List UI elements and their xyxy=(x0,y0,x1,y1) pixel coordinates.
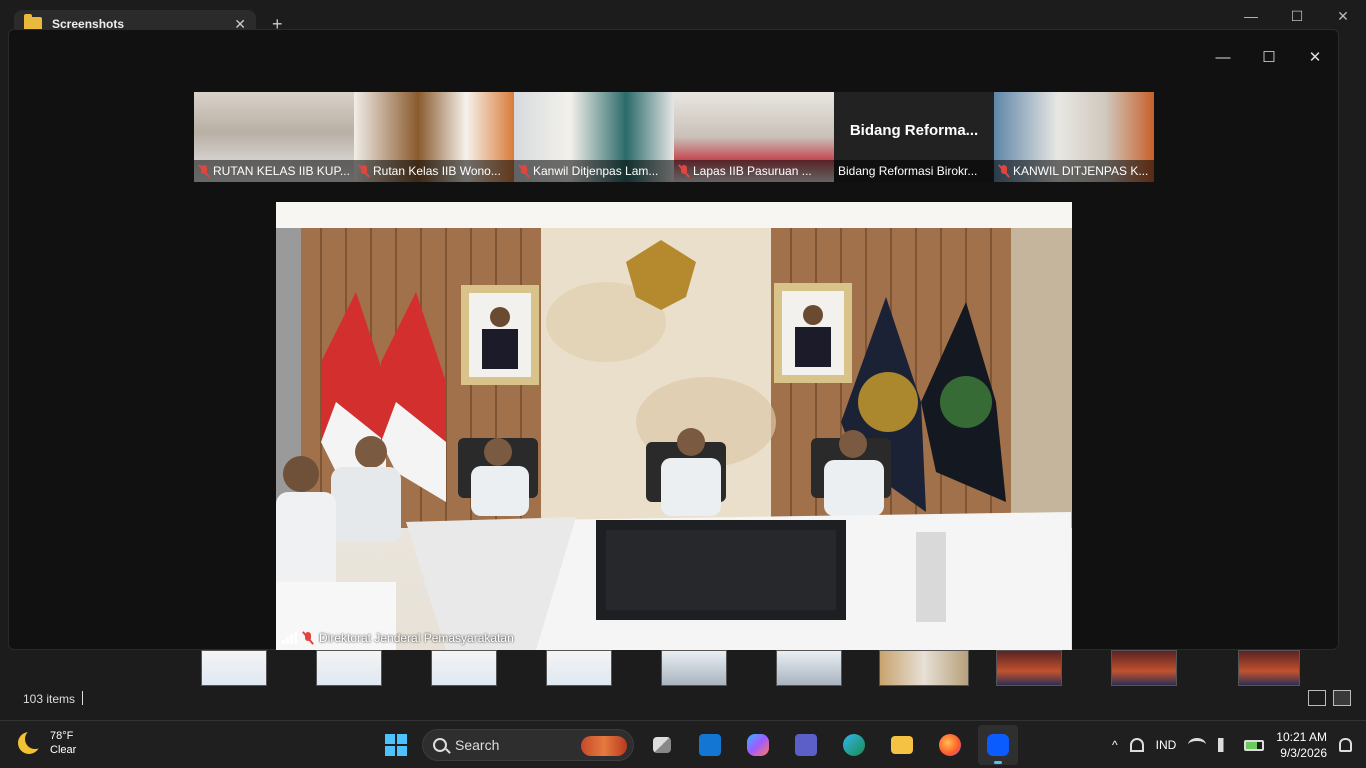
taskbar-app-file-explorer[interactable] xyxy=(882,725,922,765)
taskbar-app-firefox[interactable] xyxy=(930,725,970,765)
teams-icon xyxy=(795,734,817,756)
explorer-window-controls: — ☐ ✕ xyxy=(1228,0,1366,32)
copilot-icon xyxy=(747,734,769,756)
pen-input-icon[interactable] xyxy=(1129,738,1144,752)
explorer-close-button[interactable]: ✕ xyxy=(1320,0,1366,32)
clock-time: 10:21 AM xyxy=(1276,730,1327,744)
mic-muted-icon xyxy=(198,164,210,178)
mic-muted-icon xyxy=(518,164,530,178)
file-explorer-icon xyxy=(891,736,913,754)
search-highlight-icon xyxy=(581,736,627,756)
participant-name: Rutan Kelas IIB Wono... xyxy=(373,164,501,178)
taskbar-app-copilot[interactable] xyxy=(738,725,778,765)
mic-muted-icon xyxy=(358,164,370,178)
clock-date: 9/3/2026 xyxy=(1280,746,1327,760)
firefox-icon xyxy=(939,734,961,756)
status-divider xyxy=(82,691,83,705)
meeting-room-scene xyxy=(276,202,1072,650)
weather-condition: Clear xyxy=(50,744,77,756)
task-view-icon xyxy=(653,737,671,753)
file-thumbnail[interactable] xyxy=(316,650,382,686)
file-thumbnail[interactable] xyxy=(1111,650,1177,686)
explorer-minimize-button[interactable]: — xyxy=(1228,0,1274,32)
zoom-minimize-button[interactable]: — xyxy=(1200,42,1246,72)
language-indicator[interactable]: IND xyxy=(1156,738,1177,752)
participant-name: Kanwil Ditjenpas Lam... xyxy=(533,164,659,178)
file-thumbnail[interactable] xyxy=(201,650,267,686)
speaker-name-bar: Direktorat Jenderal Pemasyarakatan xyxy=(276,626,520,650)
taskbar-app-teams[interactable] xyxy=(786,725,826,765)
wifi-icon[interactable] xyxy=(1188,738,1207,752)
active-speaker-name: Direktorat Jenderal Pemasyarakatan xyxy=(319,631,514,645)
participant-display-name: Bidang Reforma... xyxy=(849,122,979,139)
volume-icon[interactable] xyxy=(1218,738,1233,752)
taskbar-app-outlook[interactable] xyxy=(690,725,730,765)
moon-icon xyxy=(18,729,45,754)
weather-temperature: 78°F xyxy=(50,730,74,742)
taskbar-apps: Search xyxy=(378,725,1018,765)
participant-tile[interactable]: Kanwil Ditjenpas Lam... xyxy=(514,92,674,182)
explorer-status-bar: 103 items xyxy=(0,686,1366,712)
participant-name: Bidang Reformasi Birokr... xyxy=(838,164,978,178)
taskbar-app-edge[interactable] xyxy=(834,725,874,765)
zoom-close-button[interactable]: ✕ xyxy=(1292,42,1338,72)
mic-muted-icon xyxy=(998,164,1010,178)
connection-signal-icon xyxy=(282,632,297,644)
file-thumbnail[interactable] xyxy=(661,650,727,686)
explorer-maximize-button[interactable]: ☐ xyxy=(1274,0,1320,32)
file-thumbnail[interactable] xyxy=(776,650,842,686)
participant-tile[interactable]: Lapas IIB Pasuruan ... xyxy=(674,92,834,182)
participant-name: RUTAN KELAS IIB KUP... xyxy=(213,164,350,178)
zoom-meeting-window: — ☐ ✕ RUTAN KELAS IIB KUP... Rutan Kelas… xyxy=(8,29,1339,650)
system-tray: ^ IND 10:21 AM 9/3/2026 xyxy=(1112,721,1366,768)
participant-tile[interactable]: Bidang Reforma... Bidang Reformasi Birok… xyxy=(834,92,994,182)
participant-tile[interactable]: Rutan Kelas IIB Wono... xyxy=(354,92,514,182)
tiles-view-icon[interactable] xyxy=(1333,690,1351,706)
participant-name: KANWIL DITJENPAS K... xyxy=(1013,164,1149,178)
battery-icon[interactable] xyxy=(1244,739,1265,751)
taskbar-app-zoom[interactable] xyxy=(978,725,1018,765)
participant-tile[interactable]: KANWIL DITJENPAS K... xyxy=(994,92,1154,182)
file-thumbnail[interactable] xyxy=(996,650,1062,686)
mic-muted-icon xyxy=(302,631,314,645)
item-count: 103 items xyxy=(23,692,76,706)
weather-widget[interactable]: 78°F Clear xyxy=(18,729,76,757)
active-speaker-video[interactable]: Direktorat Jenderal Pemasyarakatan xyxy=(276,202,1072,650)
task-view-button[interactable] xyxy=(642,725,682,765)
participant-name: Lapas IIB Pasuruan ... xyxy=(693,164,812,178)
show-hidden-icons-chevron-icon[interactable]: ^ xyxy=(1112,738,1118,752)
file-thumbnail[interactable] xyxy=(879,650,969,686)
search-icon xyxy=(433,738,447,752)
file-thumbnail-strip xyxy=(166,650,1316,688)
file-thumbnail[interactable] xyxy=(1238,650,1300,686)
edge-icon xyxy=(843,734,865,756)
notification-bell-icon[interactable] xyxy=(1339,738,1352,752)
search-label: Search xyxy=(455,737,500,753)
zoom-window-controls: — ☐ ✕ xyxy=(1200,42,1338,72)
participant-tile[interactable]: RUTAN KELAS IIB KUP... xyxy=(194,92,354,182)
zoom-icon xyxy=(987,734,1009,756)
zoom-maximize-button[interactable]: ☐ xyxy=(1246,42,1292,72)
start-button[interactable] xyxy=(378,727,414,763)
file-thumbnail[interactable] xyxy=(546,650,612,686)
mic-muted-icon xyxy=(678,164,690,178)
outlook-icon xyxy=(699,734,721,756)
file-thumbnail[interactable] xyxy=(431,650,497,686)
taskbar: 78°F Clear Search ^ IND 10:21 AM 9/3/202… xyxy=(0,720,1366,768)
clock[interactable]: 10:21 AM 9/3/2026 xyxy=(1276,729,1327,761)
details-view-icon[interactable] xyxy=(1308,690,1326,706)
participant-gallery: RUTAN KELAS IIB KUP... Rutan Kelas IIB W… xyxy=(194,92,1154,182)
taskbar-search[interactable]: Search xyxy=(422,729,634,761)
